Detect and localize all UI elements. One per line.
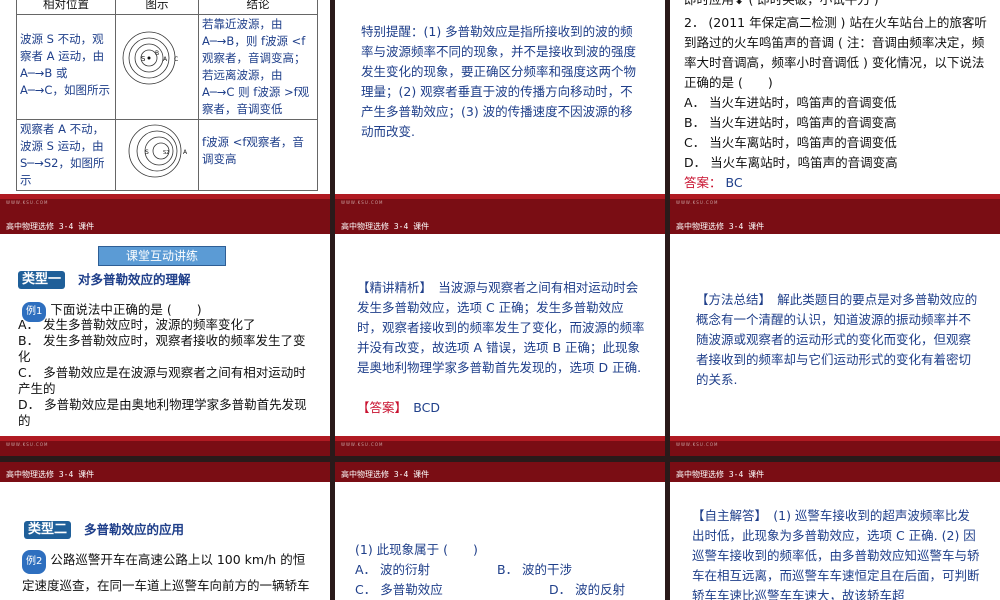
fig-label: C (174, 56, 178, 63)
slide-9[interactable]: 高中物理选修 3-4 课件 【自主解答】 (1) 巡警车接收到的超声波频率比发出… (670, 462, 1000, 600)
slide-footer: WWW.KSU.COM (0, 436, 330, 456)
type-label: 类型二 (24, 521, 72, 539)
fig-label: S (145, 149, 149, 156)
type-title: 对多普勒效应的理解 (78, 272, 191, 287)
type-label: 类型一 (18, 271, 66, 289)
option-d: D． 当火车离站时，鸣笛声的音调变高 (684, 155, 898, 170)
slide-7[interactable]: 高中物理选修 3-4 课件 类型二 多普勒效应的应用 例2 公路巡警开车在高速公路… (0, 462, 330, 600)
slide-footer: WWW.KSU.COM (0, 194, 330, 214)
self-answer: 【自主解答】 (1) 巡警车接收到的超声波频率比发出时低，此现象为多普勒效应，选… (692, 508, 980, 600)
option-b: B． 当火车进站时，鸣笛声的音调变高 (684, 115, 897, 130)
slide-2[interactable]: 特别提醒：(1) 多普勒效应是指所接收到的波的频率与波源频率不同的现象，并不是接… (335, 0, 665, 214)
question: 例2 公路巡警开车在高速公路上以 100 km/h 的恒定速度巡查，在同一车道上巡… (22, 550, 310, 593)
question: (1) 此现象属于 ( ) (355, 542, 478, 557)
wavefront-figure-2: S S2 A (128, 124, 188, 178)
question-text: 2． (2011 年保定高二检测 ) 站在火车站台上的旅客听到路过的火车鸣笛声的… (684, 15, 987, 90)
table-cell-figure: S S2 A (115, 119, 199, 191)
instant-application: 即时应用⬇ ( 即时突破，小试牛刀 ) (684, 0, 994, 10)
slide-header: 高中物理选修 3-4 课件 (0, 214, 330, 234)
slide-header: 高中物理选修 3-4 课件 (335, 214, 665, 234)
option-d: D． 波的反射 (549, 582, 626, 597)
table-cell: f波源 <f观察者，音调变高 (198, 119, 318, 191)
method-summary: 【方法总结】 解此类题目的要点是对多普勒效应的概念有一个清醒的认识，知道波源的振… (696, 292, 978, 387)
slide-header: 高中物理选修 3-4 课件 (335, 462, 665, 482)
slide-footer: WWW.KSU.COM (670, 194, 1000, 214)
slide-header: 高中物理选修 3-4 课件 (670, 214, 1000, 234)
table-cell: 若靠近波源，由 A─→B，则 f波源 <f观察者，音调变高；若远离波源，由 A─… (198, 14, 318, 120)
option-b: B． 波的干涉 (497, 562, 573, 577)
slide-1[interactable]: 相对位置 图示 结论 波源 S 不动，观察者 A 运动，由 A─→B 或 A─→… (0, 0, 330, 214)
option-a: A． 当火车进站时，鸣笛声的音调变低 (684, 95, 897, 110)
option-c: C． 多普勒效应是在波源与观察者之间有相对运动时产生的 (18, 365, 306, 396)
answer: 【答案】 BCD (357, 400, 440, 415)
slide-footer: WWW.KSU.COM (670, 436, 1000, 456)
option-b: B． 发生多普勒效应时，观察者接收的频率发生了变化 (18, 333, 306, 364)
table-cell: 波源 S 不动，观察者 A 运动，由 A─→B 或 A─→C，如图所示 (16, 14, 116, 120)
slide-header: 高中物理选修 3-4 课件 (670, 462, 1000, 482)
fig-label: A (183, 149, 188, 156)
slide-header: 高中物理选修 3-4 课件 (0, 462, 330, 482)
table-header: 相对位置 (16, 0, 116, 15)
slide-footer: WWW.KSU.COM (335, 194, 665, 214)
doppler-table: 相对位置 图示 结论 波源 S 不动，观察者 A 运动，由 A─→B 或 A─→… (16, 0, 318, 191)
option-c: C． 当火车离站时，鸣笛声的音调变低 (684, 135, 897, 150)
section-banner: 课堂互动讲练 (98, 246, 226, 266)
option-a: A． 发生多普勒效应时，波源的频率变化了 (18, 317, 256, 332)
special-note: 特别提醒：(1) 多普勒效应是指所接收到的波的频率与波源频率不同的现象，并不是接… (361, 24, 637, 139)
table-header: 图示 (115, 0, 199, 15)
fig-label: A (163, 56, 168, 63)
wavefront-figure-1: S B A C (122, 31, 178, 85)
detailed-analysis: 【精讲精析】 当波源与观察者之间有相对运动时会发生多普勒效应，选项 C 正确；发… (357, 280, 645, 375)
slide-5[interactable]: 高中物理选修 3-4 课件 【精讲精析】 当波源与观察者之间有相对运动时会发生多… (335, 214, 665, 456)
table-header: 结论 (198, 0, 318, 15)
fig-label: S2 (163, 150, 169, 156)
type-title: 多普勒效应的应用 (84, 522, 185, 537)
slide-8[interactable]: 高中物理选修 3-4 课件 (1) 此现象属于 ( ) A． 波的衍射 B． 波… (335, 462, 665, 600)
slide-4[interactable]: 高中物理选修 3-4 课件 课堂互动讲练 类型一 对多普勒效应的理解 例1 下面说… (0, 214, 330, 456)
table-cell-figure: S B A C (115, 14, 199, 120)
option-c: C． 多普勒效应 (355, 582, 443, 597)
slide-3[interactable]: 即时应用⬇ ( 即时突破，小试牛刀 ) 2． (2011 年保定高二检测 ) 站… (670, 0, 1000, 214)
answer: 答案： BC (684, 175, 743, 190)
option-d: D． 多普勒效应是由奥地利物理学家多普勒首先发现的 (18, 397, 307, 428)
slide-6[interactable]: 高中物理选修 3-4 课件 【方法总结】 解此类题目的要点是对多普勒效应的概念有… (670, 214, 1000, 456)
option-a: A． 波的衍射 (355, 562, 431, 577)
fig-label: S (141, 55, 146, 63)
fig-label: B (155, 50, 159, 57)
table-cell: 观察者 A 不动，波源 S 运动，由 S─→S2，如图所示 (16, 119, 116, 191)
slide-footer: WWW.KSU.COM (335, 436, 665, 456)
